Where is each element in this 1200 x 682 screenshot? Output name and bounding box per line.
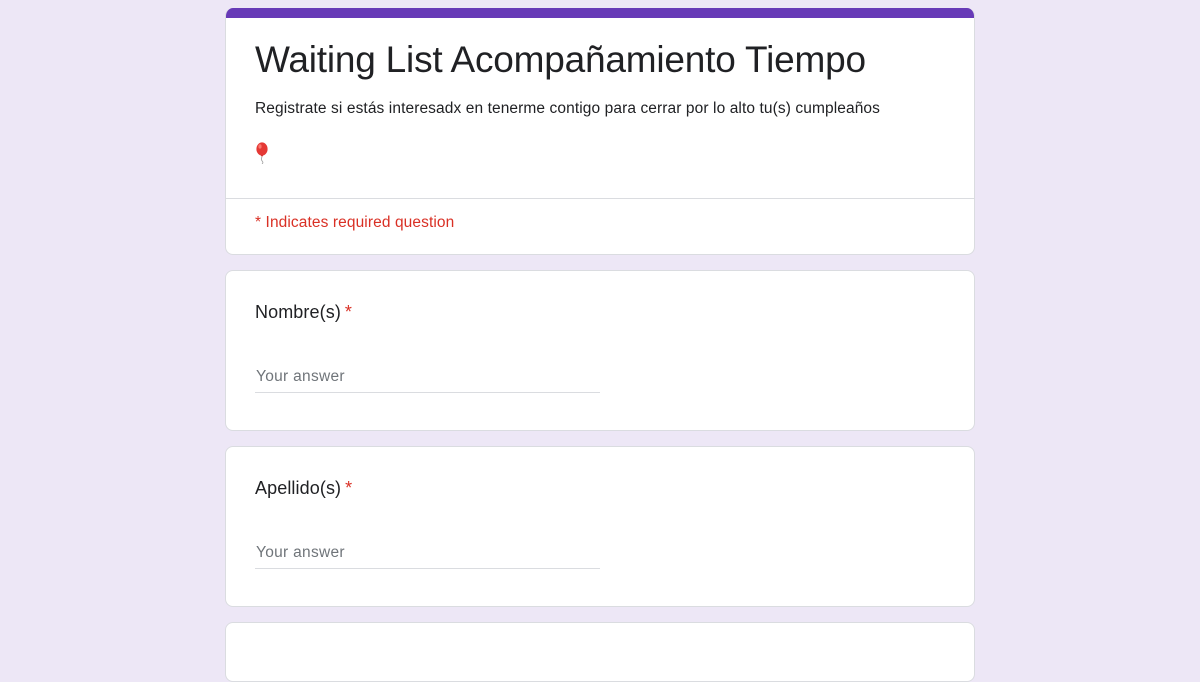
apellido-answer-input[interactable]: [255, 541, 600, 569]
question-title: Nombre(s): [255, 302, 341, 322]
balloon-icon: [256, 142, 268, 164]
question-label-apellido: Apellido(s) *: [255, 478, 352, 499]
form-title: Waiting List Acompañamiento Tiempo: [255, 39, 866, 80]
nombre-answer-input[interactable]: [255, 365, 600, 393]
question-title: Apellido(s): [255, 478, 342, 498]
required-asterisk: *: [344, 302, 353, 322]
form-container: Waiting List Acompañamiento Tiempo Regis…: [225, 8, 975, 682]
header-divider: [226, 198, 974, 199]
next-question-card: [225, 622, 975, 682]
question-card-apellido: Apellido(s) *: [225, 446, 975, 607]
question-label-nombre: Nombre(s) *: [255, 302, 352, 323]
question-card-nombre: Nombre(s) *: [225, 270, 975, 431]
form-description: Registrate si estás interesadx en tenerm…: [255, 100, 880, 117]
required-note: * Indicates required question: [255, 214, 455, 231]
required-asterisk: *: [345, 478, 353, 498]
header-body: Waiting List Acompañamiento Tiempo Regis…: [255, 38, 945, 164]
header-accent-bar: [226, 8, 974, 18]
form-header-card: Waiting List Acompañamiento Tiempo Regis…: [225, 8, 975, 255]
